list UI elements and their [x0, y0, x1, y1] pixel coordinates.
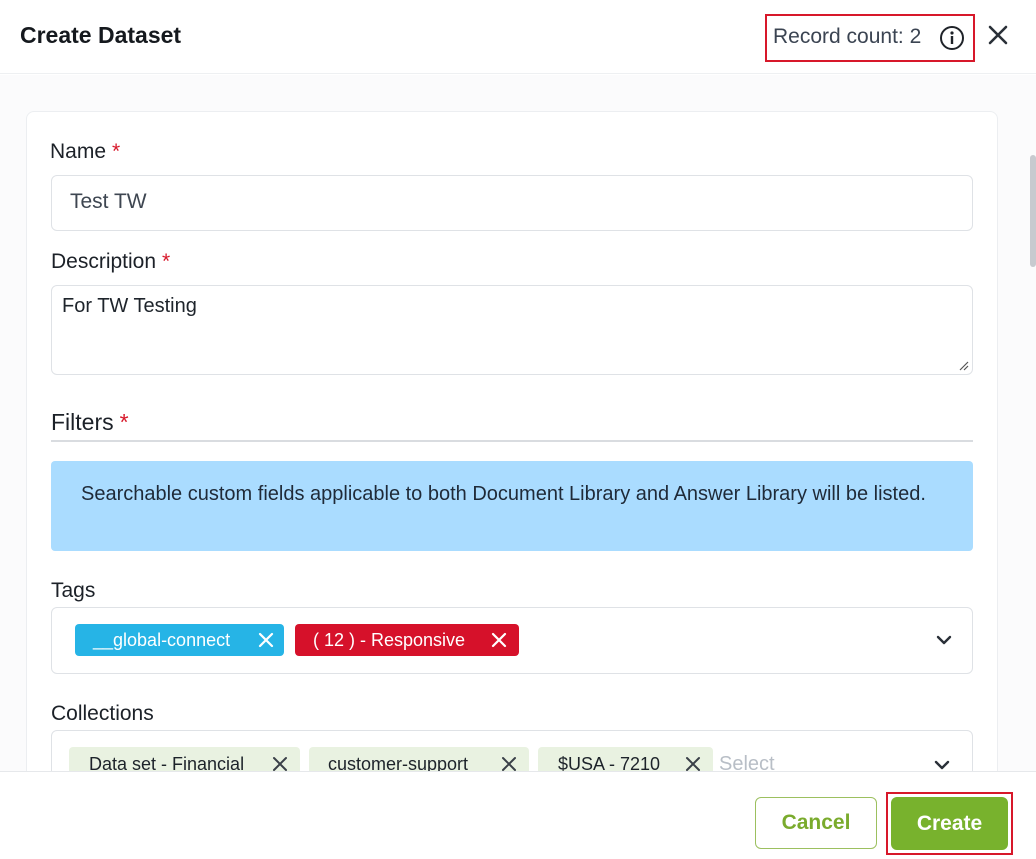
chip-remove-icon[interactable] [685, 756, 701, 772]
chip-remove-icon[interactable] [272, 756, 288, 772]
required-mark: * [119, 409, 129, 435]
required-mark: * [162, 250, 171, 273]
cancel-button[interactable]: Cancel [755, 797, 877, 849]
info-icon[interactable] [939, 25, 965, 51]
chip-remove-icon[interactable] [501, 756, 517, 772]
close-icon[interactable] [985, 22, 1011, 48]
dialog-footer: Cancel Create [0, 771, 1036, 859]
description-field-label: Description * [51, 250, 171, 273]
name-input[interactable]: Test TW [51, 175, 973, 231]
tag-chip: ( 12 ) - Responsive [295, 624, 519, 656]
chip-remove-icon[interactable] [491, 632, 507, 648]
create-button-highlight: Create [886, 792, 1013, 855]
create-button[interactable]: Create [891, 797, 1008, 850]
chevron-down-icon[interactable] [934, 630, 954, 650]
scrollbar-thumb[interactable] [1030, 155, 1036, 267]
dialog-title: Create Dataset [20, 22, 182, 48]
tag-chip-label: ( 12 ) - Responsive [313, 629, 466, 650]
tags-multiselect[interactable]: __global-connect ( 12 ) - Responsive [51, 607, 973, 674]
create-dataset-dialog: Create Dataset Record count: 2 Name * Tes… [0, 0, 1036, 859]
filters-heading: Filters * [51, 409, 129, 435]
filters-divider [51, 440, 973, 442]
collections-field-label: Collections [51, 702, 154, 725]
record-count-box: Record count: 2 [765, 14, 975, 62]
filters-info-banner: Searchable custom fields applicable to b… [51, 461, 973, 551]
name-input-value: Test TW [70, 190, 147, 213]
name-field-label: Name * [50, 140, 121, 163]
tag-chip-label: __global-connect [93, 629, 231, 650]
info-banner-text: Searchable custom fields applicable to b… [81, 483, 926, 505]
record-count-label: Record count: 2 [773, 25, 922, 48]
required-mark: * [112, 140, 121, 163]
resize-grip-icon[interactable] [957, 359, 969, 371]
tag-chip: __global-connect [75, 624, 284, 656]
description-textarea-value: For TW Testing [62, 295, 197, 317]
tags-field-label: Tags [51, 579, 96, 602]
description-textarea[interactable]: For TW Testing [51, 285, 973, 375]
chip-remove-icon[interactable] [258, 632, 274, 648]
dialog-header: Create Dataset Record count: 2 [0, 0, 1036, 74]
